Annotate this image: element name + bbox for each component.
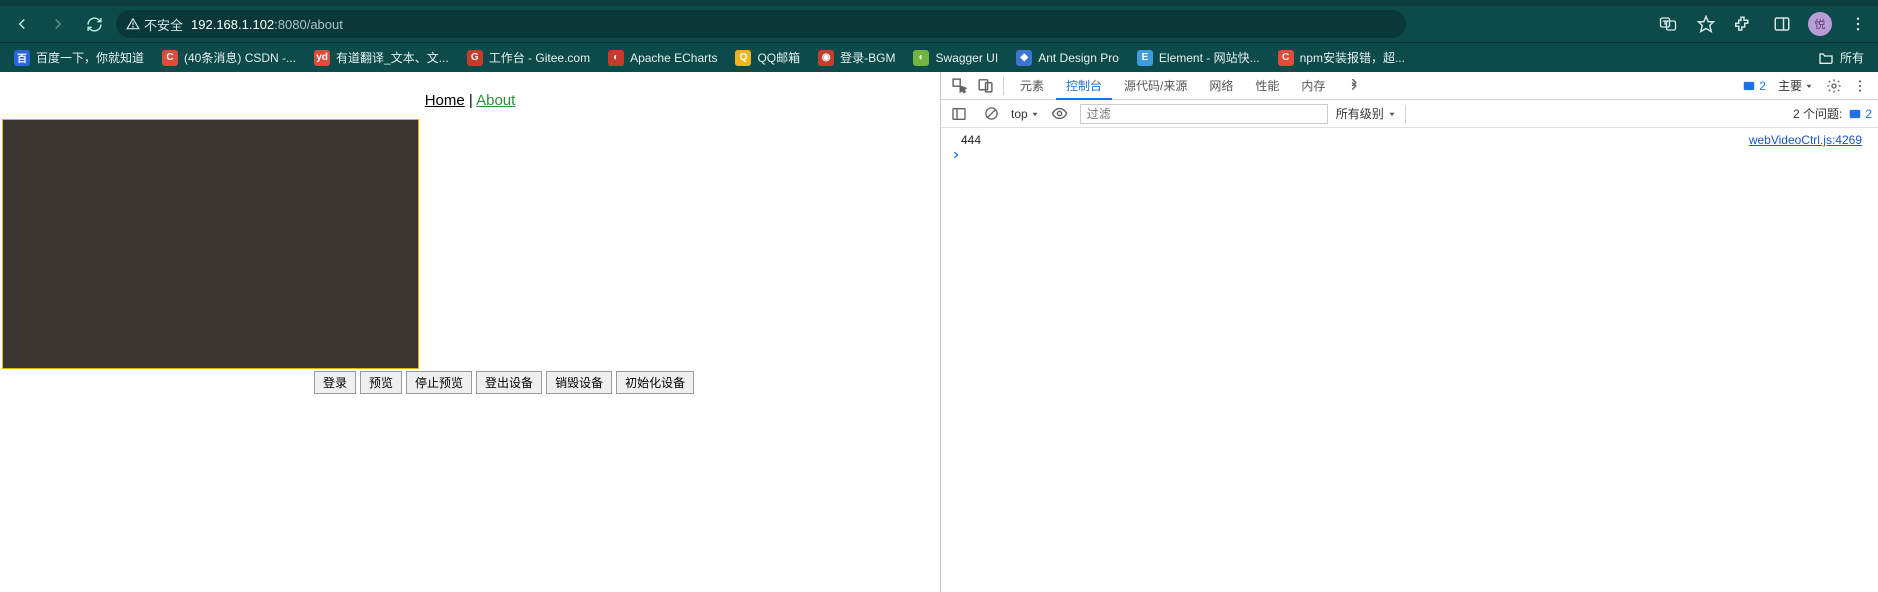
not-secure-label: 不安全 — [144, 15, 183, 34]
live-expression-icon[interactable] — [1048, 102, 1072, 126]
back-button[interactable] — [8, 10, 36, 38]
nav-link-about[interactable]: About — [476, 92, 515, 109]
tab-sources[interactable]: 源代码/来源 — [1114, 71, 1197, 100]
issues-label: 2 个问题: — [1793, 105, 1842, 122]
devtools-menu-icon[interactable] — [1848, 74, 1872, 98]
preview-button[interactable]: 预览 — [360, 371, 402, 394]
side-panel-icon[interactable] — [1770, 12, 1794, 36]
bookmark-swagger[interactable]: ◐Swagger UI — [907, 46, 1004, 70]
bookmark-csdn[interactable]: C(40条消息) CSDN -... — [156, 45, 302, 70]
log-level-selector[interactable]: 主要 — [1772, 77, 1820, 94]
action-button-row: 登录 预览 停止预览 登出设备 销毁设备 初始化设备 — [0, 369, 940, 394]
devtools-tabs: 元素 控制台 源代码/来源 网络 性能 内存 2 主要 — [941, 72, 1878, 100]
nav-link-home[interactable]: Home — [425, 92, 465, 109]
issues-count-badge[interactable]: 2 — [1848, 107, 1872, 121]
device-toggle-icon[interactable] — [973, 74, 997, 98]
bookmark-element[interactable]: EElement - 网站快... — [1131, 45, 1266, 70]
bookmark-qqmail[interactable]: QQQ邮箱 — [729, 45, 806, 70]
tab-console[interactable]: 控制台 — [1056, 71, 1112, 100]
reload-button[interactable] — [80, 10, 108, 38]
profile-avatar[interactable]: 悦 — [1808, 12, 1832, 36]
clear-console-icon[interactable] — [979, 102, 1003, 126]
bookmark-npm[interactable]: Cnpm安装报错，超... — [1272, 45, 1411, 70]
address-host: 192.168.1.102 — [191, 17, 274, 32]
page-nav: Home | About — [0, 72, 940, 119]
address-bar[interactable]: 不安全 192.168.1.102:8080/about — [116, 10, 1406, 38]
forward-button[interactable] — [44, 10, 72, 38]
translate-icon[interactable] — [1656, 12, 1680, 36]
all-bookmarks-button[interactable]: 所有 — [1812, 45, 1870, 70]
settings-icon[interactable] — [1822, 74, 1846, 98]
browser-toolbar: 不安全 192.168.1.102:8080/about 悦 — [0, 6, 1878, 42]
nav-separator: | — [465, 92, 476, 109]
tab-elements[interactable]: 元素 — [1010, 71, 1054, 100]
login-button[interactable]: 登录 — [314, 371, 356, 394]
console-prompt[interactable] — [941, 148, 1878, 162]
inspect-icon[interactable] — [947, 74, 971, 98]
bookmark-antd[interactable]: ◆Ant Design Pro — [1010, 46, 1125, 70]
log-message: 444 — [951, 133, 981, 147]
log-row: 444 webVideoCtrl.js:4269 — [941, 132, 1878, 148]
log-source-link[interactable]: webVideoCtrl.js:4269 — [1749, 133, 1868, 147]
page-viewport: Home | About 登录 预览 停止预览 登出设备 销毁设备 初始化设备 — [0, 72, 940, 592]
menu-icon[interactable] — [1846, 12, 1870, 36]
bookmark-bgm[interactable]: ◉登录-BGM — [812, 45, 901, 70]
console-toolbar: top 所有级别 2 个问题: 2 — [941, 100, 1878, 128]
video-plugin-box[interactable] — [2, 119, 419, 369]
bookmark-baidu[interactable]: 百百度一下，你就知道 — [8, 45, 150, 70]
bookmark-gitee[interactable]: G工作台 - Gitee.com — [461, 45, 596, 70]
tab-network[interactable]: 网络 — [1199, 71, 1243, 100]
tab-more-icon[interactable] — [1337, 73, 1371, 99]
address-path: /about — [307, 17, 343, 32]
stop-preview-button[interactable]: 停止预览 — [406, 371, 472, 394]
logout-device-button[interactable]: 登出设备 — [476, 371, 542, 394]
bookmarks-bar: 百百度一下，你就知道 C(40条消息) CSDN -... yd有道翻译_文本、… — [0, 42, 1878, 72]
tab-performance[interactable]: 性能 — [1245, 71, 1289, 100]
bookmark-star-icon[interactable] — [1694, 12, 1718, 36]
tab-memory[interactable]: 内存 — [1291, 71, 1335, 100]
destroy-device-button[interactable]: 销毁设备 — [546, 371, 612, 394]
not-secure-indicator: 不安全 — [126, 15, 183, 34]
issues-badge[interactable]: 2 — [1738, 79, 1770, 93]
bookmark-youdao[interactable]: yd有道翻译_文本、文... — [308, 45, 455, 70]
filter-input[interactable] — [1080, 104, 1328, 124]
address-port: :8080 — [274, 17, 307, 32]
bookmark-echarts[interactable]: ◐Apache ECharts — [602, 46, 723, 70]
init-device-button[interactable]: 初始化设备 — [616, 371, 694, 394]
devtools-panel: 元素 控制台 源代码/来源 网络 性能 内存 2 主要 — [940, 72, 1878, 592]
levels-selector[interactable]: 所有级别 — [1336, 105, 1397, 122]
extensions-icon[interactable] — [1732, 12, 1756, 36]
sidebar-toggle-icon[interactable] — [947, 102, 971, 126]
console-body[interactable]: 444 webVideoCtrl.js:4269 — [941, 128, 1878, 592]
context-selector[interactable]: top — [1011, 107, 1040, 121]
